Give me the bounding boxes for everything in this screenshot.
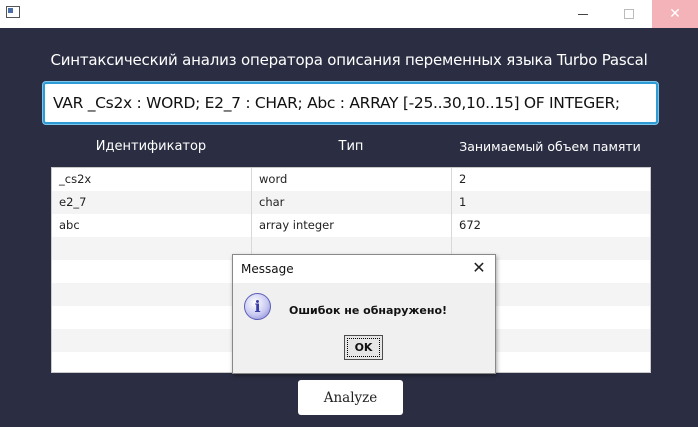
message-dialog: Message ✕ i Ошибок не обнаружено! OK (232, 254, 496, 374)
table-cell-identifier (52, 352, 252, 372)
table-cell-identifier: abc (52, 214, 252, 237)
minimize-icon (578, 13, 588, 15)
table-row[interactable]: _cs2x word 2 (52, 168, 650, 191)
table-row[interactable]: abc array integer 672 (52, 214, 650, 237)
dialog-titlebar: Message ✕ (233, 255, 495, 283)
column-header-identifier: Идентификатор (95, 139, 207, 154)
info-icon: i (244, 293, 271, 320)
window-titlebar: ✕ (0, 0, 698, 28)
dialog-title: Message (241, 262, 294, 276)
table-cell-identifier (52, 283, 252, 306)
declaration-input[interactable]: VAR _Cs2x : WORD; E2_7 : CHAR; Abc : ARR… (43, 82, 658, 124)
table-cell-identifier (52, 306, 252, 329)
minimize-button[interactable] (560, 0, 606, 28)
table-cell-memory: 672 (459, 218, 481, 232)
table-cell-identifier (52, 329, 252, 352)
column-header-memory: Занимаемый объем памяти (459, 139, 641, 154)
table-cell-type: array integer (252, 214, 452, 237)
table-cell-identifier (52, 260, 252, 283)
table-row[interactable]: e2_7 char 1 (52, 191, 650, 214)
dialog-close-button[interactable]: ✕ (469, 260, 489, 278)
page-title: Синтаксический анализ оператора описания… (50, 51, 648, 69)
maximize-icon (624, 9, 634, 19)
analyze-button[interactable]: Analyze (298, 380, 403, 415)
dialog-message: Ошибок не обнаружено! (289, 304, 448, 317)
table-cell-identifier: e2_7 (52, 191, 252, 214)
table-cell-memory: 2 (459, 172, 467, 186)
window-close-button[interactable]: ✕ (652, 0, 698, 28)
maximize-button[interactable] (606, 0, 652, 28)
app-icon (6, 6, 20, 18)
table-cell-type: word (252, 168, 452, 191)
table-cell-identifier (52, 237, 252, 260)
table-cell-type: char (252, 191, 452, 214)
ok-button[interactable]: OK (344, 335, 383, 360)
table-cell-memory: 1 (459, 195, 467, 209)
column-header-type: Тип (338, 139, 364, 154)
table-cell-identifier: _cs2x (52, 168, 252, 191)
close-icon: ✕ (669, 6, 681, 22)
